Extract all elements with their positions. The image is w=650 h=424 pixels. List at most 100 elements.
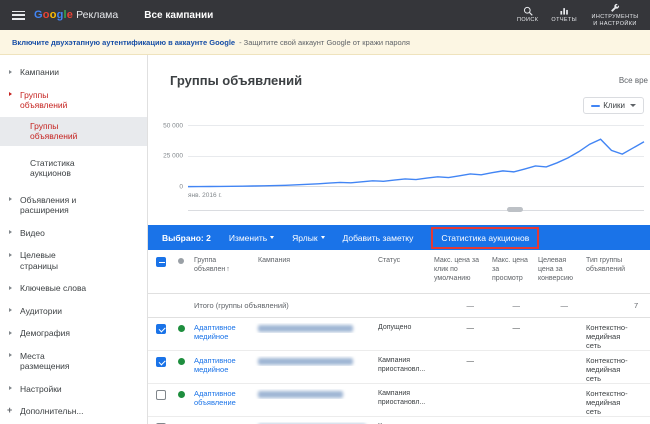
topbar-actions: ПОИСК ОТЧЕТЫ ИНСТРУМЕНТЫ И НАСТРОЙКИ	[517, 3, 642, 28]
table-total-row: Итого (группы объявлений) — — — 7	[148, 294, 650, 318]
column-header-max-cpc[interactable]: Макс. цена за клик по умолчанию	[430, 256, 488, 283]
series-color-dash	[591, 105, 600, 107]
notification-banner: Включите двухэтапную аутентификацию в ак…	[0, 30, 650, 55]
bar-chart-icon	[559, 6, 569, 16]
sidebar-item-campaigns[interactable]: Кампании	[0, 67, 147, 78]
column-header-status[interactable]: Статус	[374, 256, 430, 265]
chevron-icon	[9, 92, 12, 96]
row-checkbox[interactable]	[156, 390, 166, 400]
sidebar-subitem-ad-groups[interactable]: Группы объявлений	[0, 117, 147, 146]
row-checkbox[interactable]	[156, 324, 166, 334]
selected-count: Выбрано: 2	[162, 233, 211, 243]
sidebar: Кампании Группы объявлений Группы объявл…	[0, 55, 148, 424]
table-row[interactable]: Адаптивное медийное Кампания приостановл…	[148, 351, 650, 384]
wrench-icon	[610, 3, 620, 13]
sidebar-item-demographics[interactable]: Демография	[0, 328, 147, 339]
reports-button[interactable]: ОТЧЕТЫ	[551, 6, 577, 24]
sidebar-item-videos[interactable]: Видео	[0, 228, 147, 239]
status-enabled-dot-icon	[178, 325, 185, 332]
reports-label: ОТЧЕТЫ	[551, 17, 577, 24]
sidebar-item-ads-extensions[interactable]: Объявления и расширения	[0, 195, 147, 216]
sidebar-item-audiences[interactable]: Аудитории	[0, 306, 147, 317]
annotation-highlight-box: Статистика аукционов	[431, 227, 539, 249]
status-enabled-dot-icon	[178, 391, 185, 398]
search-button[interactable]: ПОИСК	[517, 6, 538, 24]
label-menu-label: Ярлык	[292, 233, 317, 243]
status-cell: Кампания приостановл...	[374, 389, 430, 407]
chevron-icon	[9, 386, 12, 390]
ad-group-link[interactable]: Адаптивное объявление	[194, 389, 236, 407]
max-cpc-cell: —	[430, 356, 488, 365]
total-clicks-partial: 7	[630, 301, 650, 310]
search-label: ПОИСК	[517, 17, 538, 24]
banner-link[interactable]: Включите двухэтапную аутентификацию в ак…	[12, 38, 235, 47]
status-cell: Кампания приостановл...	[374, 356, 430, 374]
table-header-row: Группа объявлен↑ Кампания Статус Макс. ц…	[148, 250, 650, 294]
y-axis-tick: 50 000	[163, 123, 183, 130]
table-row[interactable]: Адаптивное объявление (КМС) Кампания при…	[148, 417, 650, 424]
tools-settings-button[interactable]: ИНСТРУМЕНТЫ И НАСТРОЙКИ	[590, 3, 640, 28]
timeline-scrollbar[interactable]	[188, 207, 644, 213]
group-type-cell: Контекстно-медийная сеть	[582, 356, 630, 383]
sidebar-item-more[interactable]: +Дополнительн...	[0, 406, 147, 417]
row-checkbox[interactable]	[156, 357, 166, 367]
redacted-campaign-name	[258, 325, 353, 332]
line-chart-svg	[188, 125, 644, 187]
banner-text: - Защитите свой аккаунт Google от кражи …	[239, 38, 410, 47]
topbar: Google Реклама Все кампании ПОИСК ОТЧЕТЫ…	[0, 0, 650, 30]
search-icon	[523, 6, 533, 16]
edit-menu-button[interactable]: Изменить	[229, 233, 274, 243]
status-cell: Допущено	[374, 323, 430, 332]
y-axis-tick: 25 000	[163, 153, 183, 160]
total-target-cpa: —	[534, 301, 582, 310]
metric-label: Клики	[603, 101, 625, 110]
redacted-campaign-name	[258, 358, 353, 365]
chevron-icon	[9, 308, 12, 312]
column-header-campaign[interactable]: Кампания	[254, 256, 374, 265]
sidebar-item-settings[interactable]: Настройки	[0, 384, 147, 395]
total-max-cpc: —	[430, 301, 488, 310]
chevron-icon	[9, 70, 12, 74]
chevron-down-icon	[630, 104, 636, 107]
sidebar-item-ad-groups[interactable]: Группы объявлений	[0, 90, 147, 111]
edit-menu-label: Изменить	[229, 233, 267, 243]
chevron-icon	[9, 253, 12, 257]
column-header-group-type[interactable]: Тип группы объявлений	[582, 256, 630, 274]
table-row[interactable]: Адаптивное объявление Кампания приостано…	[148, 384, 650, 417]
chevron-down-icon	[270, 236, 274, 239]
product-name: Реклама	[76, 9, 118, 21]
topbar-page-title: Все кампании	[144, 10, 213, 21]
y-axis-tick: 0	[179, 184, 183, 191]
chevron-icon	[9, 353, 12, 357]
metric-selector[interactable]: Клики	[583, 97, 644, 114]
timeline-scrollbar-handle[interactable]	[507, 207, 523, 212]
date-range-selector[interactable]: Все вре	[619, 76, 648, 85]
sidebar-item-placements[interactable]: Места размещения	[0, 351, 147, 372]
add-note-label: Добавить заметку	[343, 233, 414, 243]
menu-icon[interactable]	[12, 11, 25, 20]
page-body: Кампании Группы объявлений Группы объявл…	[0, 55, 650, 424]
status-filter-dot-icon[interactable]	[178, 258, 184, 264]
ad-groups-table: Группа объявлен↑ Кампания Статус Макс. ц…	[148, 250, 650, 424]
ad-group-link[interactable]: Адаптивное медийное	[194, 356, 236, 374]
select-all-checkbox[interactable]	[156, 257, 166, 267]
brand-logo[interactable]: Google Реклама	[34, 9, 118, 21]
chevron-icon	[9, 331, 12, 335]
column-header-ad-group[interactable]: Группа объявлен↑	[190, 256, 254, 274]
column-header-max-cpv[interactable]: Макс. цена за просмотр	[488, 256, 534, 283]
redacted-campaign-name	[258, 391, 343, 398]
total-max-cpv: —	[488, 301, 534, 310]
column-header-target-cpa[interactable]: Целевая цена за конверсию	[534, 256, 582, 283]
ad-group-link[interactable]: Адаптивное медийное	[194, 323, 236, 341]
sidebar-subitem-auction-insights[interactable]: Статистика аукционов	[0, 154, 147, 183]
group-type-cell: Контекстно-медийная сеть	[582, 389, 630, 416]
auction-insights-button[interactable]: Статистика аукционов	[441, 233, 529, 243]
chevron-icon	[9, 286, 12, 290]
table-row[interactable]: Адаптивное медийное Допущено — — Контекс…	[148, 318, 650, 351]
label-menu-button[interactable]: Ярлык	[292, 233, 324, 243]
chevron-down-icon	[321, 236, 325, 239]
sort-ascending-icon: ↑	[226, 266, 230, 273]
sidebar-item-landing-pages[interactable]: Целевые страницы	[0, 250, 147, 271]
sidebar-item-keywords[interactable]: Ключевые слова	[0, 283, 147, 294]
add-note-button[interactable]: Добавить заметку	[343, 233, 414, 243]
